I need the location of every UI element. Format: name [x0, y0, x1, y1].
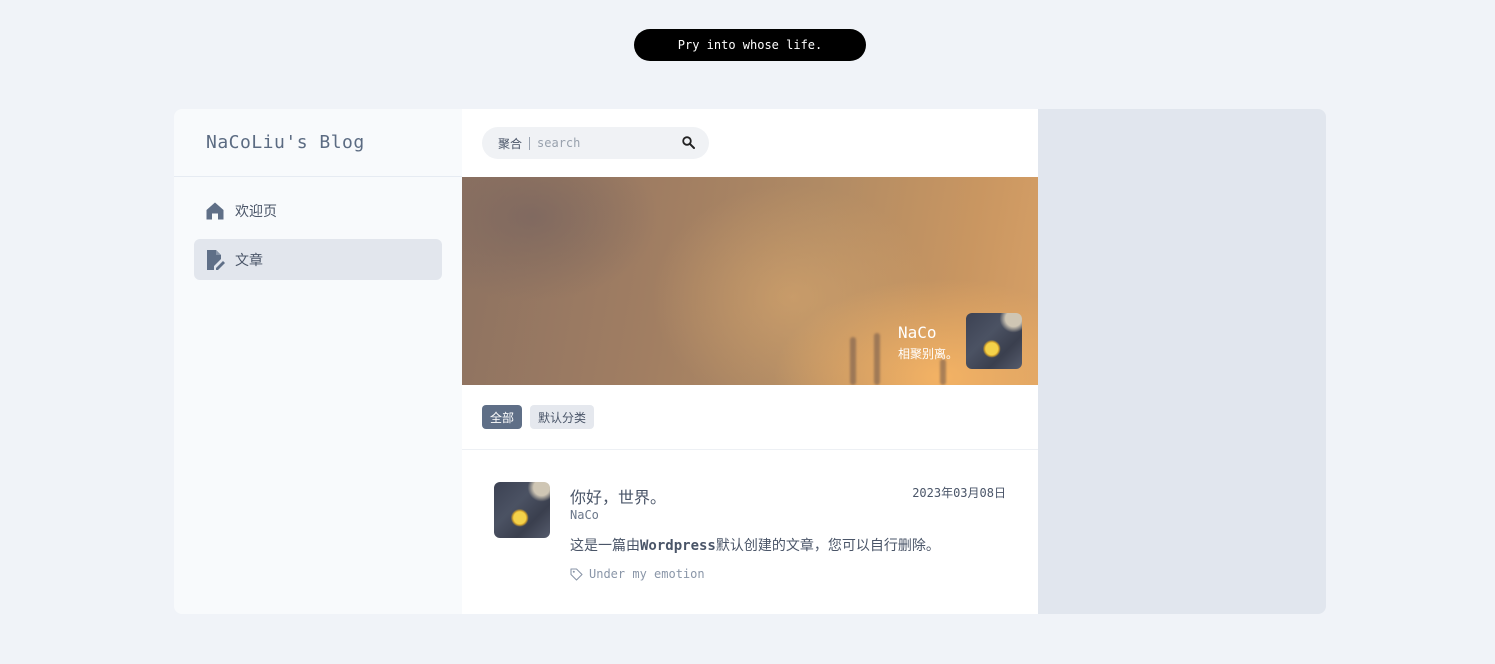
top-motto-pill: Pry into whose life.	[634, 29, 866, 61]
post-tag-label: Under my emotion	[589, 567, 705, 581]
top-bar: 聚合	[462, 109, 1038, 177]
search-box[interactable]: 聚合	[482, 127, 709, 159]
post-author[interactable]: NaCo	[570, 508, 599, 522]
sidebar-item-articles[interactable]: 文章	[194, 239, 442, 280]
category-default[interactable]: 默认分类	[530, 405, 594, 429]
blog-title[interactable]: NaCoLiu's Blog	[174, 109, 462, 177]
post-title[interactable]: 你好，世界。	[570, 484, 666, 508]
banner-avatar[interactable]	[966, 313, 1022, 369]
post-excerpt: 这是一篇由Wordpress默认创建的文章，您可以自行删除。	[570, 535, 940, 555]
edit-document-icon	[204, 249, 226, 271]
banner-decoration	[940, 359, 946, 385]
search-scope[interactable]: 聚合	[498, 135, 522, 152]
right-panel	[1038, 109, 1326, 614]
banner-decoration	[874, 333, 880, 385]
sidebar-item-label: 欢迎页	[235, 203, 277, 220]
sidebar: NaCoLiu's Blog 欢迎页 文章	[174, 109, 462, 614]
banner-motto: 相聚别离。	[898, 347, 959, 361]
excerpt-text: 这是一篇由	[570, 538, 640, 554]
post-date: 2023年03月08日	[912, 486, 1006, 500]
blog-frame: NaCoLiu's Blog 欢迎页 文章 聚合 search NaCo 相聚别…	[174, 109, 1326, 614]
post-card[interactable]: 你好，世界。 2023年03月08日 NaCo 这是一篇由Wordpress默认…	[462, 450, 1038, 614]
profile-banner: NaCo 相聚别离。	[462, 177, 1038, 385]
excerpt-text: 默认创建的文章，您可以自行删除。	[715, 538, 940, 554]
search-input[interactable]	[537, 136, 668, 150]
category-all[interactable]: 全部	[482, 405, 522, 429]
post-avatar[interactable]	[494, 482, 550, 538]
main-column: 聚合 NaCo 相聚别离。 全部 默认分类 你好，世界。 2023年03月08日	[462, 109, 1038, 614]
post-tag[interactable]: Under my emotion	[570, 567, 705, 581]
search-icon[interactable]	[682, 136, 695, 152]
sidebar-item-welcome[interactable]: 欢迎页	[194, 190, 442, 231]
search-divider	[529, 136, 531, 150]
category-bar: 全部 默认分类	[462, 385, 1038, 450]
banner-author-name: NaCo	[898, 323, 937, 342]
home-icon	[204, 200, 226, 222]
excerpt-bold: Wordpress	[640, 538, 716, 554]
sidebar-item-label: 文章	[235, 252, 263, 269]
banner-decoration	[850, 337, 856, 385]
tag-icon	[570, 567, 583, 581]
